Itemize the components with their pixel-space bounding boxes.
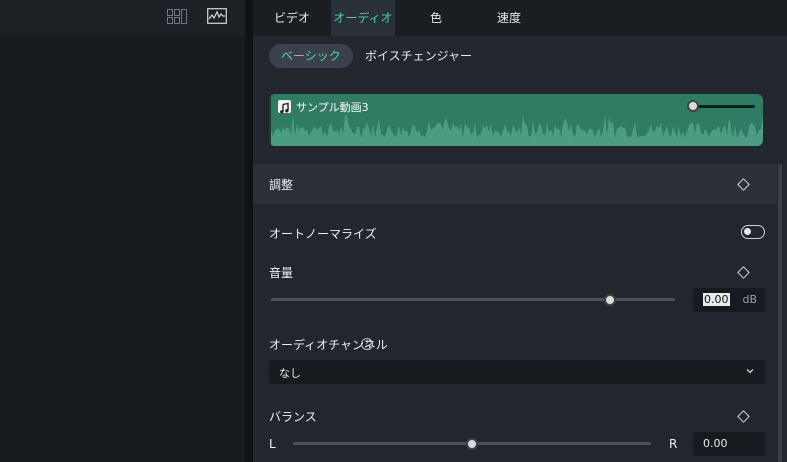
audio-clip-preview[interactable]: サンプル動画3	[269, 94, 763, 146]
volume-slider-handle[interactable]	[604, 294, 617, 306]
audio-channel-select[interactable]: なし	[269, 360, 765, 384]
waveform-shape	[271, 114, 763, 146]
audio-channel-value: なし	[279, 367, 301, 380]
volume-value[interactable]: 0.00	[703, 293, 730, 306]
balance-left-label: L	[269, 437, 276, 451]
balance-value[interactable]: 0.00	[703, 437, 728, 450]
chevron-down-icon	[746, 369, 754, 374]
property-tabs: ビデオ オーディオ 色 速度	[253, 0, 787, 36]
balance-label: バランス	[269, 410, 317, 424]
balance-slider-handle[interactable]	[466, 438, 478, 450]
auto-normalize-label: オートノーマライズ	[269, 227, 377, 241]
tab-speed[interactable]: 速度	[473, 0, 545, 36]
tab-color[interactable]: 色	[403, 0, 469, 36]
waveform-icon[interactable]	[207, 8, 227, 24]
balance-keyframe-diamond-icon[interactable]	[737, 410, 750, 423]
clip-volume-handle[interactable]	[687, 100, 699, 112]
clip-title: サンプル動画3	[296, 101, 369, 114]
panel-scrollbar[interactable]	[778, 164, 782, 462]
music-note-icon	[278, 100, 291, 114]
adjust-section-header[interactable]: 調整	[253, 164, 777, 204]
panel-divider[interactable]	[245, 0, 253, 462]
volume-keyframe-diamond-icon[interactable]	[737, 266, 750, 279]
balance-value-field[interactable]: 0.00	[693, 432, 765, 456]
app-window: ビデオ オーディオ 色 速度 ベーシック ボイスチェンジャー サンプル動画3 調…	[0, 0, 787, 462]
subtab-voice-changer[interactable]: ボイスチェンジャー	[353, 44, 484, 68]
keyframe-diamond-icon[interactable]	[737, 178, 750, 191]
balance-right-label: R	[669, 437, 678, 451]
tab-video[interactable]: ビデオ	[253, 0, 331, 36]
help-icon[interactable]: ?	[361, 338, 373, 350]
clip-volume-track[interactable]	[693, 105, 755, 108]
grid-view-icon[interactable]	[167, 9, 187, 24]
volume-label: 音量	[269, 266, 294, 280]
volume-unit: dB	[742, 293, 757, 306]
left-toolbar	[0, 0, 245, 36]
auto-normalize-toggle[interactable]	[741, 225, 765, 239]
properties-panel: ビデオ オーディオ 色 速度 ベーシック ボイスチェンジャー サンプル動画3 調…	[253, 0, 787, 462]
left-panel	[0, 0, 245, 462]
subtab-basic[interactable]: ベーシック	[269, 44, 353, 68]
tab-audio[interactable]: オーディオ	[331, 0, 395, 36]
toggle-knob	[744, 228, 751, 235]
volume-value-field[interactable]: 0.00 dB	[693, 288, 765, 312]
section-title: 調整	[269, 178, 294, 192]
